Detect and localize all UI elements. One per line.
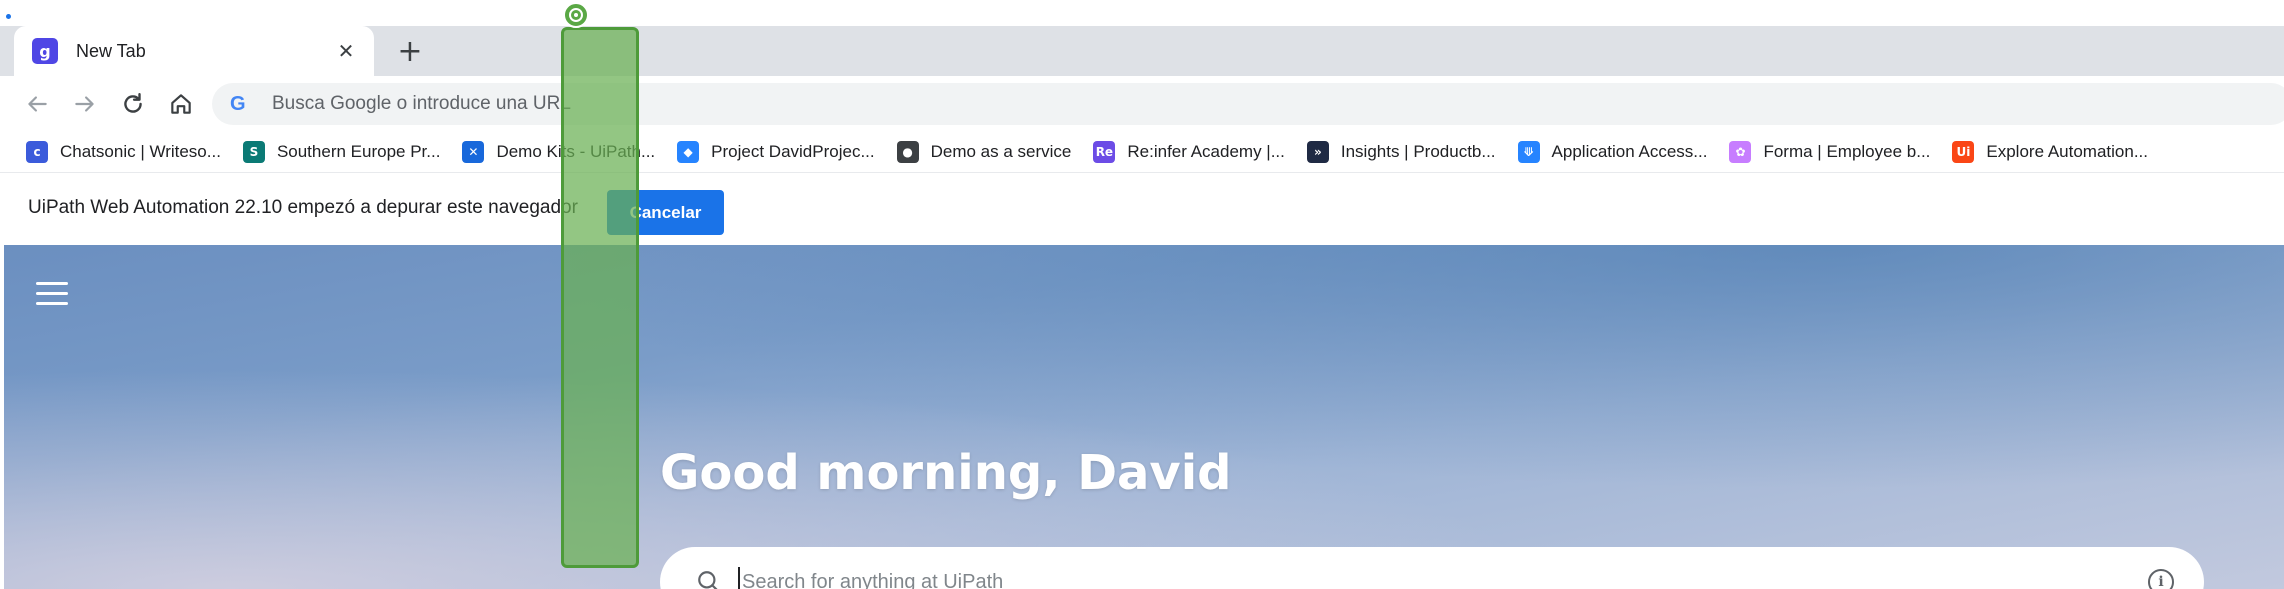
element-selection-highlight[interactable] [561,27,639,568]
confluence-icon: ✕ [462,141,485,163]
bookmark-label: Project DavidProjec... [711,142,875,161]
bookmark-item[interactable]: Ui Explore Automation... [1952,141,2148,163]
search-icon [698,571,718,589]
home-icon [171,94,191,114]
search-input[interactable]: Search for anything at UiPath i [660,547,2204,589]
bookmark-label: Southern Europe Pr... [276,142,441,161]
reload-button[interactable] [115,86,151,122]
bookmarks-bar: c Chatsonic | Writeso... S Southern Europe … [0,132,2284,172]
google-g-icon: G [230,92,246,115]
bookmark-label: Application Access... [1551,142,1708,161]
new-tab-button[interactable]: + [392,33,428,69]
bookmark-label: Explore Automation... [1986,142,2148,161]
reinfer-icon: Re [1093,141,1116,163]
tab-strip: g New Tab ✕ + [0,0,2284,76]
forward-arrow-icon [75,96,94,112]
globe-icon: ● [896,141,919,163]
info-bar-message: UiPath Web Automation 22.10 empezó a dep… [28,197,578,218]
bookmark-item[interactable]: » Insights | Productb... [1306,141,1496,163]
chatsonic-icon: c [26,141,48,163]
forward-button[interactable] [67,86,103,122]
status-dot [6,14,11,19]
bookmark-label: Forma | Employee b... [1763,142,1931,161]
bookmark-item[interactable]: ✿ Forma | Employee b... [1729,141,1930,163]
jira-diamond-icon: ◆ [677,141,700,163]
tab-new-tab[interactable]: g New Tab ✕ [14,26,374,76]
bookmark-label: Demo as a service [930,142,1072,161]
bookmark-item[interactable]: ⟱ Application Access... [1517,141,1708,163]
menu-icon[interactable] [36,282,68,308]
sharepoint-icon: S [242,141,265,163]
back-button[interactable] [19,86,55,122]
new-tab-page: Good morning, David Search for anything … [4,245,2284,589]
forma-icon: ✿ [1729,141,1752,163]
bookmark-item[interactable]: ◆ Project DavidProjec... [677,141,875,163]
debugging-info-bar: UiPath Web Automation 22.10 empezó a dep… [0,172,2284,244]
target-icon[interactable] [563,2,589,28]
browser-toolbar: G Busca Google o introduce una URL [0,76,2284,132]
bookmark-label: Insights | Productb... [1340,142,1496,161]
search-placeholder: Search for anything at UiPath [742,571,1004,589]
bookmark-item[interactable]: Re Re:infer Academy |... [1093,141,1285,163]
background-gradient [4,245,2284,589]
text-cursor [738,567,740,589]
bookmark-item[interactable]: c Chatsonic | Writeso... [26,141,221,163]
productboard-icon: » [1306,141,1329,163]
bookmark-label: Chatsonic | Writeso... [60,142,221,161]
close-icon[interactable]: ✕ [332,39,360,63]
reload-icon [124,93,142,113]
bookmark-item[interactable]: S Southern Europe Pr... [242,141,441,163]
info-icon[interactable]: i [2148,569,2174,589]
tab-title: New Tab [76,40,146,61]
bookmark-label: Re:infer Academy |... [1127,142,1285,161]
jira-icon: ⟱ [1517,141,1540,163]
uipath-g-icon: g [32,38,58,64]
address-bar[interactable]: G Busca Google o introduce una URL [212,83,2284,125]
greeting-heading: Good morning, David [660,445,1232,501]
back-arrow-icon [28,96,47,112]
uipath-icon: Ui [1952,141,1975,163]
address-bar-placeholder: Busca Google o introduce una URL [272,93,571,114]
bookmark-item[interactable]: ● Demo as a service [896,141,1072,163]
home-button[interactable] [163,86,199,122]
